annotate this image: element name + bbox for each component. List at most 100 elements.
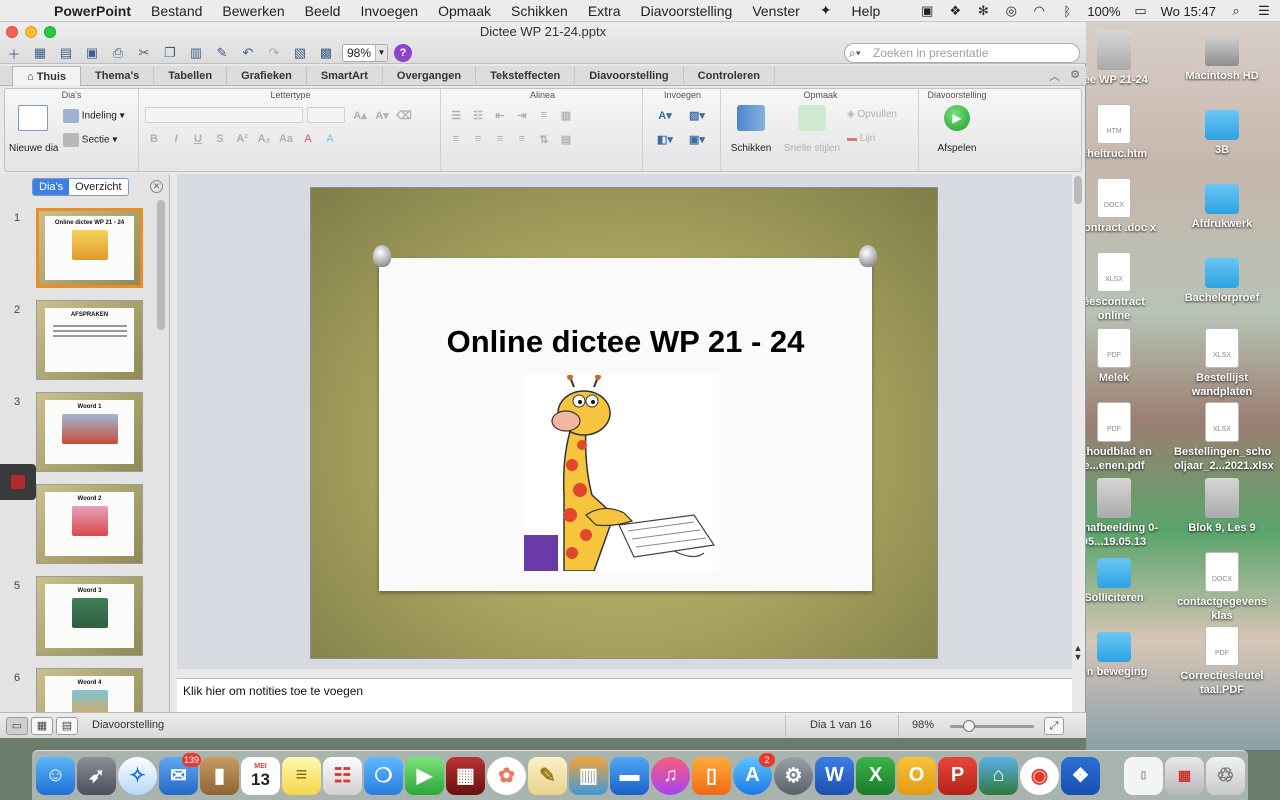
menu-venster[interactable]: Venster <box>742 3 809 19</box>
layout-button[interactable]: Indeling ▾ <box>63 109 125 123</box>
text-box-icon[interactable]: A▾ <box>651 107 679 123</box>
slide-thumbnail[interactable]: Woord 4 <box>36 668 143 712</box>
menu-bewerken[interactable]: Bewerken <box>212 3 294 19</box>
templates-icon[interactable]: ▦ <box>30 44 50 62</box>
desktop-icon[interactable]: Macintosh HD <box>1174 30 1270 83</box>
outlook-icon[interactable]: O <box>897 756 936 795</box>
ribbon-settings-icon[interactable]: ⚙ <box>1070 68 1080 84</box>
desktop-icon[interactable]: Solliciteren <box>1086 552 1162 605</box>
dropbox-dock-icon[interactable]: ❖ <box>1061 756 1100 795</box>
desktop-icon[interactable]: 3B <box>1174 104 1270 157</box>
books-icon[interactable]: ▯ <box>692 756 731 795</box>
tab-thuis[interactable]: ⌂ Thuis <box>12 65 82 86</box>
highlight-icon[interactable]: A <box>321 131 339 147</box>
keynote-icon[interactable]: ▬ <box>610 756 649 795</box>
desktop-icon[interactable]: XLSX Bestellingen_scho oljaar_2...2021.xl… <box>1174 402 1274 473</box>
text-direction-icon[interactable]: ⇅ <box>535 131 553 147</box>
slide-thumbnail[interactable]: Woord 1 <box>36 392 143 472</box>
italic-icon[interactable]: I <box>167 131 185 147</box>
slide-thumbnail[interactable]: Woord 3 <box>36 576 143 656</box>
facetime-icon[interactable]: ▶ <box>405 756 444 795</box>
menu-schikken[interactable]: Schikken <box>501 3 578 19</box>
desktop-icon[interactable]: XLSX Bestellijst wandplaten <box>1174 328 1270 399</box>
excel-icon[interactable]: X <box>856 756 895 795</box>
redo-icon[interactable]: ↷ <box>264 44 284 62</box>
fit-to-window-button[interactable]: ⤢ <box>1044 717 1064 735</box>
wifi-icon[interactable]: ◠ <box>1031 3 1047 18</box>
menu-extra[interactable]: Extra <box>578 3 631 19</box>
desktop-icon[interactable]: DOCX contactgegevens klas <box>1174 552 1270 623</box>
menu-invoegen[interactable]: Invoegen <box>350 3 428 19</box>
tab-controleren[interactable]: Controleren <box>684 65 775 86</box>
word-icon[interactable]: W <box>815 756 854 795</box>
bullets-icon[interactable]: ☰ <box>447 107 465 123</box>
photo-booth-icon[interactable]: ▦ <box>446 756 485 795</box>
tab-outline-view[interactable]: Overzicht <box>69 179 128 195</box>
numbering-icon[interactable]: ☷ <box>469 107 487 123</box>
shape-icon[interactable]: ◧▾ <box>651 131 679 147</box>
slide-thumbnail[interactable]: AFSPRAKEN <box>36 300 143 380</box>
quick-styles-button[interactable]: Snelle stijlen <box>779 105 845 154</box>
strikethrough-icon[interactable]: S <box>211 131 229 147</box>
launchpad-icon[interactable]: ➶ <box>77 756 116 795</box>
indent-icon[interactable]: ⇥ <box>513 107 531 123</box>
columns-icon[interactable]: ▥ <box>557 107 575 123</box>
screenshot-stack-icon[interactable]: ▦ <box>1165 756 1204 795</box>
tab-smartart[interactable]: SmartArt <box>307 65 383 86</box>
menu-app-name[interactable]: PowerPoint <box>44 3 141 19</box>
finder-icon[interactable]: ☺ <box>36 756 75 795</box>
itunes-icon[interactable]: ♫ <box>651 756 690 795</box>
zoom-slider[interactable] <box>950 720 1034 732</box>
slide-title[interactable]: Online dictee WP 21 - 24 <box>379 324 872 360</box>
line-button[interactable]: ▬ Lijn <box>847 133 875 144</box>
slide-thumbnail[interactable]: Woord 2 <box>36 484 143 564</box>
tab-teksteffecten[interactable]: Teksteffecten <box>476 65 576 86</box>
close-pane-icon[interactable]: ✕ <box>150 180 163 193</box>
photos-icon[interactable]: ✿ <box>487 756 526 795</box>
spotlight-icon[interactable]: ⌕ <box>1228 3 1244 18</box>
numbers-icon[interactable]: ▥ <box>569 756 608 795</box>
align-center-icon[interactable]: ≡ <box>469 131 487 147</box>
trash-icon[interactable]: ♲ <box>1206 756 1245 795</box>
cut-icon[interactable]: ✂ <box>134 44 154 62</box>
slideshow-view-button[interactable]: ▤ <box>56 717 78 735</box>
contacts-icon[interactable]: ▮ <box>200 756 239 795</box>
notification-center-icon[interactable]: ☰ <box>1256 3 1272 18</box>
network-icon[interactable]: ⌂ <box>979 756 1018 795</box>
tab-overgangen[interactable]: Overgangen <box>383 65 477 86</box>
slide-thumbnail[interactable]: Online dictee WP 21 - 24 <box>36 208 143 288</box>
superscript-icon[interactable]: A² <box>233 131 251 147</box>
grow-font-icon[interactable]: A▴ <box>351 107 369 123</box>
tab-themas[interactable]: Thema's <box>81 65 155 86</box>
giraffe-illustration[interactable] <box>524 374 719 572</box>
bluetooth-icon[interactable]: ᛒ <box>1059 4 1075 19</box>
downloads-stack-icon[interactable]: ▯ <box>1124 756 1163 795</box>
chrome-icon[interactable]: ◉ <box>1020 756 1059 795</box>
section-button[interactable]: Sectie ▾ <box>63 133 117 147</box>
desktop-icon[interactable]: Bachelorproef <box>1174 252 1270 305</box>
desktop-icon[interactable]: PDF Melek <box>1086 328 1162 385</box>
media-icon[interactable]: ▣▾ <box>683 131 711 147</box>
open-folder-icon[interactable]: ▤ <box>56 44 76 62</box>
copy-icon[interactable]: ❐ <box>160 44 180 62</box>
shrink-font-icon[interactable]: A▾ <box>373 107 391 123</box>
font-color-icon[interactable]: A <box>299 131 317 147</box>
collapse-ribbon-icon[interactable]: ︿ <box>1049 68 1060 84</box>
notes-app-icon[interactable]: ≡ <box>282 756 321 795</box>
dropbox-icon[interactable]: ❖ <box>947 3 963 18</box>
menu-bestand[interactable]: Bestand <box>141 3 212 19</box>
next-slide-icon[interactable]: ▼ <box>1073 653 1083 662</box>
slide-canvas[interactable]: Online dictee WP 21 - 24 <box>310 187 938 659</box>
align-right-icon[interactable]: ≡ <box>491 131 509 147</box>
paste-icon[interactable]: ▥ <box>186 44 206 62</box>
save-icon[interactable]: ▣ <box>82 44 102 62</box>
desktop-icon[interactable]: en beweging <box>1086 626 1162 679</box>
font-family-select[interactable] <box>145 107 303 123</box>
normal-view-button[interactable]: ▭ <box>6 717 28 735</box>
battery-icon[interactable]: ▭ <box>1133 3 1149 18</box>
calendar-icon[interactable]: MEI 13 <box>241 756 280 795</box>
pane-scrollbar[interactable] <box>157 200 165 330</box>
picture-icon[interactable]: ▨▾ <box>683 107 711 123</box>
fan-icon[interactable]: ✻ <box>975 3 991 18</box>
slide-sorter-view-button[interactable]: ▦ <box>31 717 53 735</box>
